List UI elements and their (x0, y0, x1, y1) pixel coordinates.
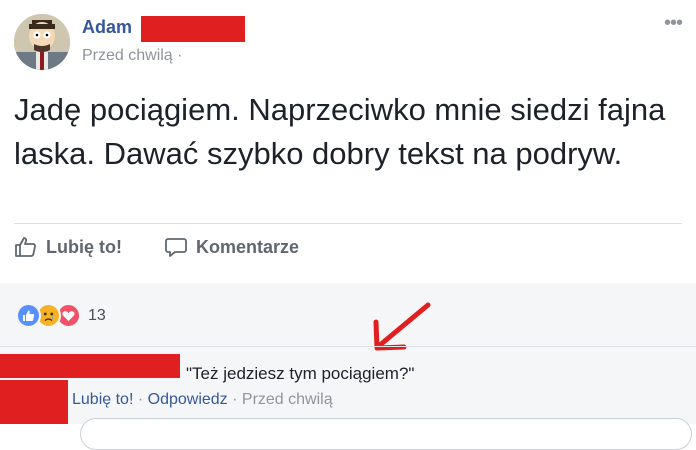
avatar-cartoon-icon (14, 14, 70, 70)
comment-button[interactable]: Komentarze (164, 235, 299, 259)
like-reaction-icon (16, 303, 41, 328)
reactions-count: 13 (88, 306, 106, 324)
comment-actions: Lubię to! · Odpowiedz · Przed chwilą (72, 391, 333, 409)
redaction-bar-name (141, 16, 245, 42)
redaction-bar-avatar (0, 380, 68, 424)
comments-divider (0, 346, 696, 347)
author-avatar[interactable] (14, 14, 70, 70)
comment-reply-link[interactable]: Odpowiedz (148, 391, 228, 408)
reactions-summary[interactable]: 13 (16, 303, 106, 328)
like-button[interactable]: Lubię to! (14, 235, 122, 259)
post-text: Jadę pociągiem. Naprzeciwko mnie siedzi … (14, 92, 666, 171)
author-name[interactable]: Adam (82, 17, 132, 38)
redaction-bar-commenter (0, 354, 180, 378)
comment-timestamp[interactable]: Przed chwilą (242, 391, 333, 408)
comment-label: Komentarze (196, 236, 300, 257)
thumbs-up-icon (15, 237, 36, 257)
ellipsis-icon[interactable]: ••• (664, 13, 683, 33)
post-divider (14, 223, 682, 224)
comment-bubble-icon (165, 238, 187, 257)
comment-text: "Też jedziesz tym pociągiem?" (186, 364, 415, 383)
post-timestamp[interactable]: Przed chwilą · (82, 47, 182, 65)
comment-like-link[interactable]: Lubię to! (72, 391, 133, 408)
post-card: Adam Przed chwilą · ••• Jadę pociągiem. … (0, 0, 696, 285)
comment-separator: · (232, 391, 238, 408)
reply-input[interactable] (80, 418, 692, 450)
comment-separator: · (137, 391, 144, 408)
like-label: Lubię to! (46, 236, 122, 257)
